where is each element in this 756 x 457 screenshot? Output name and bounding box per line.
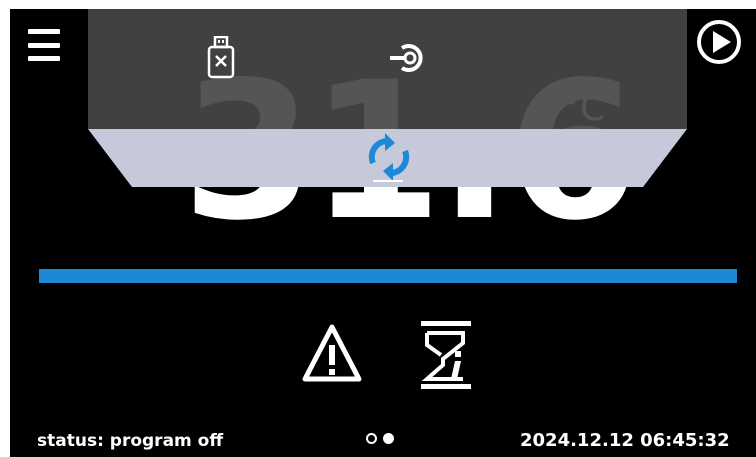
warning-triangle-icon[interactable] — [301, 323, 363, 383]
login-key-icon[interactable] — [388, 42, 430, 74]
page-dot[interactable] — [366, 433, 377, 444]
page-indicator[interactable] — [366, 433, 394, 444]
hamburger-menu-icon — [28, 29, 60, 34]
menu-button[interactable] — [28, 29, 60, 61]
page-dot-active[interactable] — [383, 433, 394, 444]
progress-bar — [39, 269, 737, 283]
usb-drive-remove-icon[interactable] — [206, 36, 236, 80]
play-triangle — [713, 31, 731, 53]
date-time: 2024.12.12 06:45:32 — [520, 430, 730, 451]
play-button[interactable] — [696, 19, 742, 65]
hourglass-info-icon[interactable] — [421, 321, 471, 389]
sync-arrows-icon[interactable] — [361, 133, 417, 181]
program-status: status: program off — [37, 431, 224, 451]
hamburger-menu-icon-bar — [28, 56, 60, 61]
hamburger-menu-icon-bar — [28, 42, 60, 48]
device-screen: 31.6 °C — [10, 9, 756, 457]
drawer-handle[interactable] — [373, 180, 403, 182]
quick-access-panel — [88, 9, 687, 129]
sync-drawer[interactable] — [88, 129, 687, 187]
